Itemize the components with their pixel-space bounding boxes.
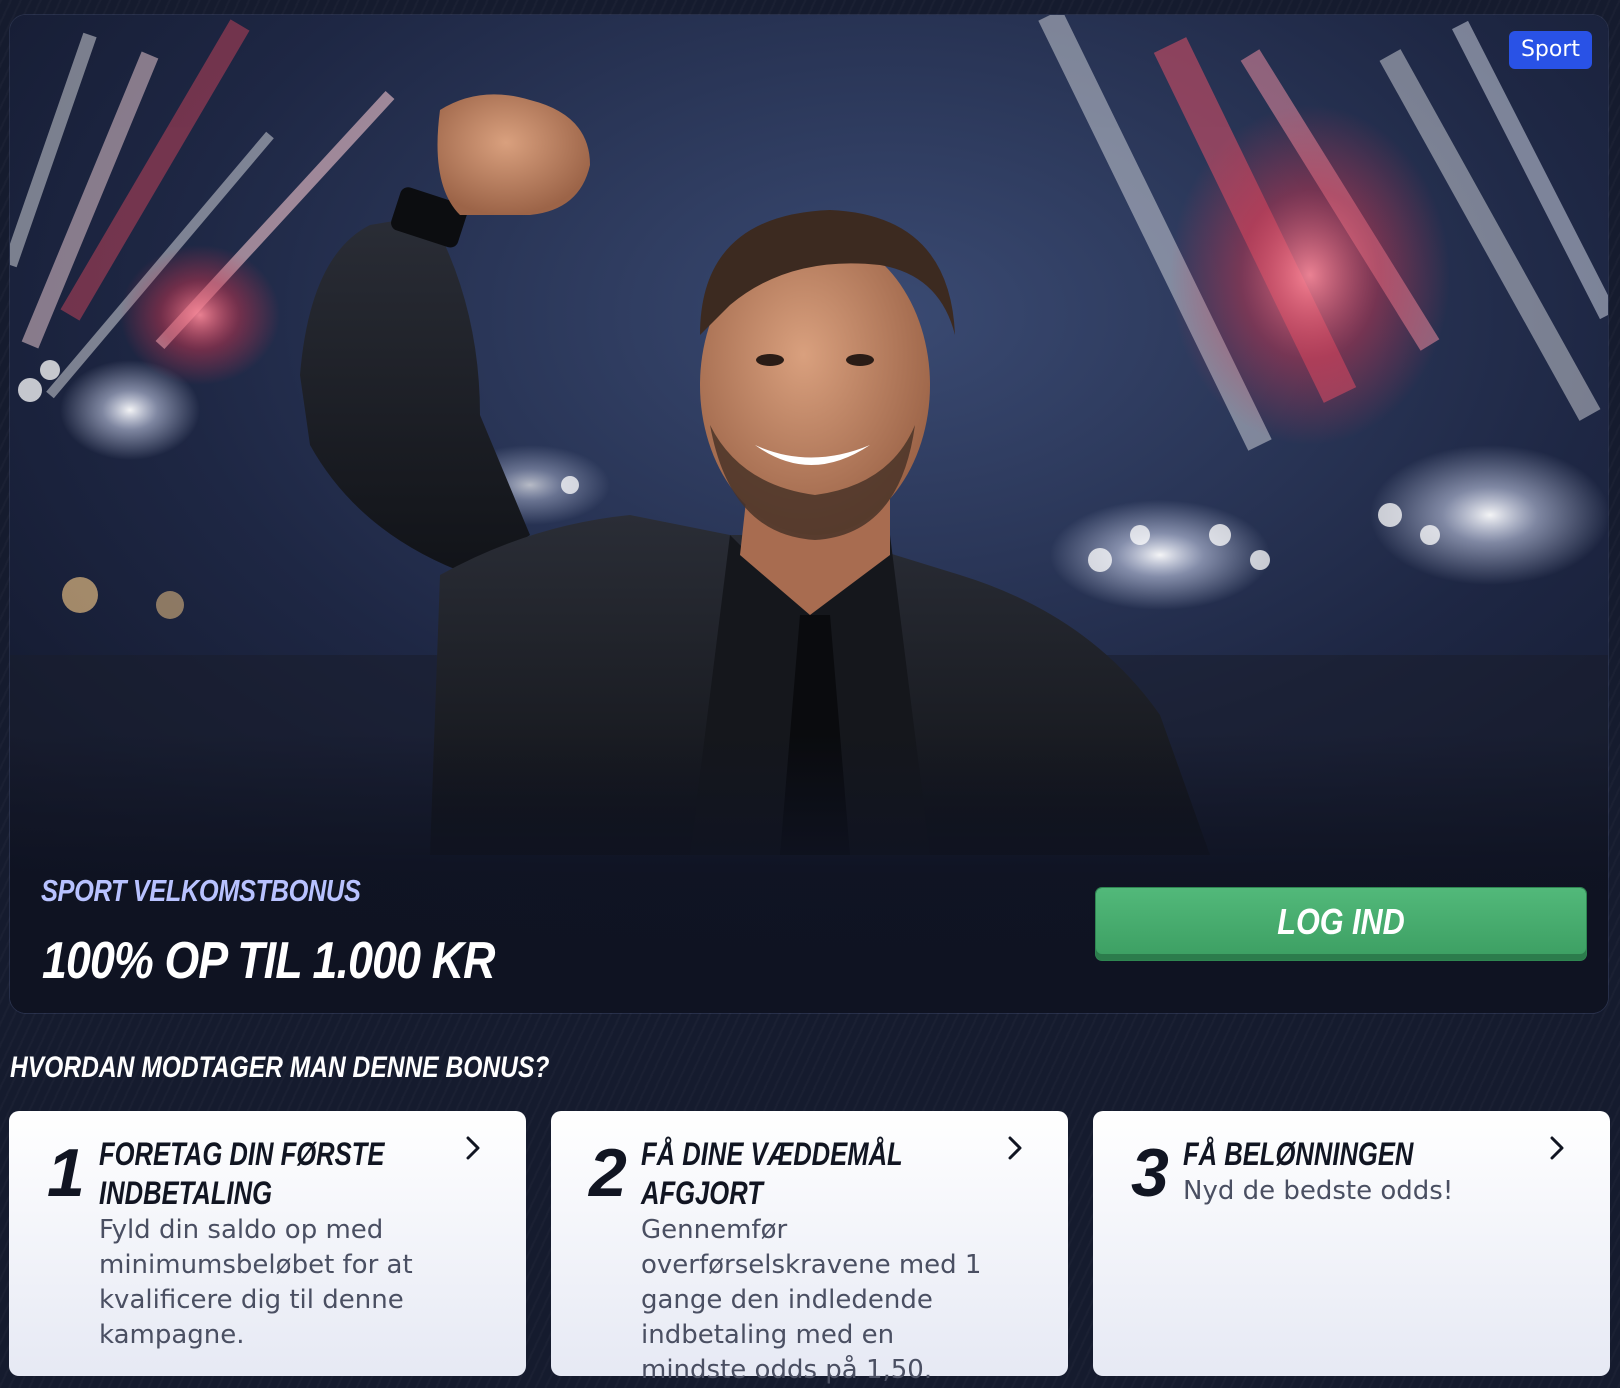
step-number: 1 xyxy=(47,1135,85,1211)
step-description: Nyd de bedste odds! xyxy=(1183,1176,1454,1206)
step-card-2[interactable]: 2 FÅ DINE VÆDDEMÅL AFGJORT Gennemfør ove… xyxy=(551,1111,1068,1385)
step-title: FORETAG DIN FØRSTE INDBETALING xyxy=(99,1136,385,1211)
chevron-right-icon[interactable] xyxy=(458,1133,488,1163)
step-number: 2 xyxy=(589,1135,627,1211)
step-description: Fyld din saldo op med minimumsbeløbet fo… xyxy=(99,1215,413,1350)
step-title: FÅ DINE VÆDDEMÅL AFGJORT xyxy=(641,1136,903,1211)
chevron-right-icon[interactable] xyxy=(1542,1133,1572,1163)
promo-kicker: SPORT VELKOMSTBONUS xyxy=(41,873,361,908)
promo-headline: 100% OP TIL 1.000 KR xyxy=(42,932,495,990)
step-card-1[interactable]: 1 FORETAG DIN FØRSTE INDBETALING Fyld di… xyxy=(9,1111,526,1376)
section-title: HVORDAN MODTAGER MAN DENNE BONUS? xyxy=(10,1051,550,1084)
sport-category-badge: Sport xyxy=(1508,31,1592,69)
login-button-label: LOG IND xyxy=(1277,901,1405,942)
step-description: Gennemfør overførselskravene med 1 gange… xyxy=(641,1215,982,1385)
step-title: FÅ BELØNNINGEN xyxy=(1183,1136,1414,1172)
welcome-bonus-hero: Sport SPORT VELKOMSTBONUS 100% OP TIL 1.… xyxy=(10,15,1608,1013)
step-number: 3 xyxy=(1131,1135,1169,1211)
login-button[interactable]: LOG IND xyxy=(1096,888,1586,960)
step-card-3[interactable]: 3 FÅ BELØNNINGEN Nyd de bedste odds! xyxy=(1093,1111,1610,1376)
chevron-right-icon[interactable] xyxy=(1000,1133,1030,1163)
hero-celebration-image xyxy=(10,15,1608,1013)
